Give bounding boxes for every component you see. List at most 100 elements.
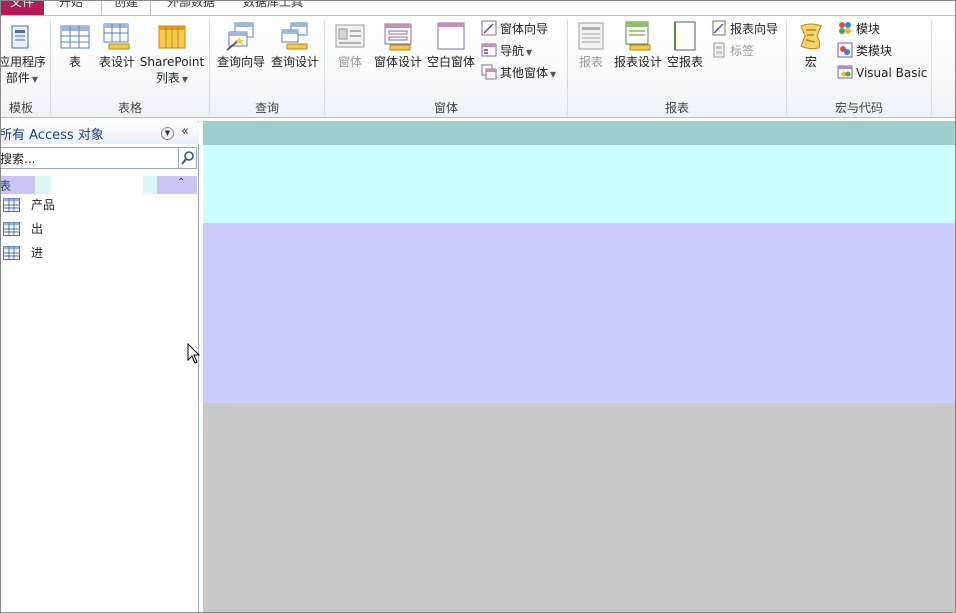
blank-report-label: 空报表 <box>666 55 703 69</box>
workspace-band <box>203 145 955 223</box>
ribbon-create: 应用程序 部件 ▼ 模板 表 表设计 SharePoint 列表 ▼ 表格 查询… <box>0 15 955 118</box>
tab-create[interactable]: 创建 <box>101 1 151 15</box>
form-button[interactable]: 窗体 <box>331 20 369 70</box>
report-design-icon <box>625 21 651 51</box>
form-wizard-button[interactable]: 窗体向导 <box>481 19 548 39</box>
search-button[interactable] <box>179 147 197 169</box>
navigation-label: 导航 <box>500 44 525 58</box>
dropdown-arrow-icon: ▼ <box>31 75 39 84</box>
module-label: 模块 <box>856 22 881 36</box>
navigation-button[interactable]: 导航 ▼ <box>481 41 532 61</box>
macro-button[interactable]: 宏 <box>793 20 829 70</box>
mouse-cursor-icon <box>187 343 201 364</box>
blank-form-button[interactable]: 空白窗体 <box>425 20 477 70</box>
app-parts-label-1: 应用程序 <box>0 55 46 69</box>
labels-button[interactable]: 标签 <box>711 41 754 61</box>
table-icon <box>60 25 90 49</box>
nav-search-box[interactable] <box>1 147 179 169</box>
sharepoint-list-icon <box>158 25 186 49</box>
navigation-icon <box>481 43 497 57</box>
report-button[interactable]: 报表 <box>573 20 609 70</box>
dropdown-arrow-icon: ▼ <box>181 75 189 84</box>
report-wizard-icon <box>712 20 726 36</box>
category-highlight <box>51 176 143 194</box>
query-design-button[interactable]: 查询设计 <box>269 20 321 70</box>
category-label: 表 <box>0 179 12 193</box>
group-label-queries: 查询 <box>254 101 279 115</box>
report-label: 报表 <box>578 55 603 69</box>
macro-icon <box>800 23 822 50</box>
table-design-button[interactable]: 表设计 <box>97 20 137 70</box>
module-icon <box>839 22 851 34</box>
query-design-icon <box>281 22 308 50</box>
table-icon <box>3 222 20 236</box>
app-parts-icon <box>11 25 29 49</box>
blank-form-label: 空白窗体 <box>426 55 475 69</box>
report-wizard-button[interactable]: 报表向导 <box>711 19 778 39</box>
blank-report-button[interactable]: 空报表 <box>665 20 705 70</box>
report-icon <box>578 22 604 50</box>
ribbon-tabs: 文件 开始 创建 外部数据 数据库工具 <box>1 1 955 15</box>
module-button[interactable]: 模块 <box>837 19 880 39</box>
report-design-label: 报表设计 <box>613 55 662 69</box>
tab-database-tools[interactable]: 数据库工具 <box>237 1 309 15</box>
workspace[interactable] <box>203 121 955 612</box>
tab-home[interactable]: 开始 <box>53 1 89 15</box>
form-design-button[interactable]: 窗体设计 <box>373 20 423 70</box>
tab-file[interactable]: 文件 <box>1 1 44 15</box>
query-wizard-button[interactable]: 查询向导 <box>215 20 267 70</box>
collapse-pane-icon[interactable]: « <box>181 124 189 139</box>
category-highlight <box>35 176 51 194</box>
report-wizard-label: 报表向导 <box>730 22 779 36</box>
workspace-band <box>203 121 955 145</box>
form-design-label: 窗体设计 <box>373 55 422 69</box>
visual-basic-button[interactable]: Visual Basic <box>837 63 927 83</box>
nav-header[interactable]: 所有 Access 对象 ▼ « <box>1 122 199 144</box>
form-wizard-label: 窗体向导 <box>500 22 549 36</box>
sharepoint-label-2: 列表 <box>155 71 180 85</box>
table-icon <box>3 246 20 260</box>
category-header-tables[interactable]: 表 ⌃ <box>1 176 197 194</box>
nav-item-table[interactable]: 出 <box>1 218 197 240</box>
nav-search-input[interactable] <box>1 148 176 168</box>
more-forms-icon <box>481 64 497 80</box>
report-design-button[interactable]: 报表设计 <box>613 20 663 70</box>
nav-item-label: 产品 <box>31 198 56 212</box>
group-label-forms: 窗体 <box>433 101 458 115</box>
category-highlight <box>143 176 157 194</box>
query-wizard-icon <box>226 22 254 51</box>
chevron-up-double-icon[interactable]: ⌃ <box>177 177 185 188</box>
table-icon <box>3 198 20 212</box>
tab-external-data[interactable]: 外部数据 <box>161 1 221 15</box>
labels-icon <box>713 42 725 58</box>
class-module-icon <box>837 42 853 58</box>
search-icon <box>181 151 194 165</box>
more-forms-button[interactable]: 其他窗体 ▼ <box>481 63 556 83</box>
table-button[interactable]: 表 <box>57 20 93 70</box>
blank-form-icon <box>437 22 465 50</box>
nav-item-table[interactable]: 产品 <box>1 194 197 216</box>
form-design-icon <box>384 23 412 51</box>
group-label-reports: 报表 <box>664 101 689 115</box>
class-module-button[interactable]: 类模块 <box>837 41 892 61</box>
group-label-tables: 表格 <box>117 101 142 115</box>
dropdown-arrow-icon: ▼ <box>550 70 557 79</box>
chevron-down-icon[interactable]: ▼ <box>161 127 174 140</box>
visual-basic-icon <box>837 65 853 79</box>
class-module-label: 类模块 <box>856 44 893 58</box>
nav-item-table[interactable]: 进 <box>1 242 197 264</box>
group-separator <box>931 20 932 116</box>
blank-report-icon <box>674 21 696 51</box>
group-label-macros: 宏与代码 <box>834 101 883 115</box>
sharepoint-list-button[interactable]: SharePoint 列表 ▼ <box>139 20 205 88</box>
dropdown-arrow-icon: ▼ <box>526 48 533 57</box>
navigation-pane: 所有 Access 对象 ▼ « 表 ⌃ <box>1 121 199 612</box>
table-design-icon <box>103 23 130 50</box>
group-label-templates: 模板 <box>8 101 33 115</box>
app-parts-button[interactable]: 应用程序 部件 ▼ <box>0 20 47 88</box>
table-label: 表 <box>68 55 81 69</box>
more-forms-label: 其他窗体 <box>500 66 549 80</box>
nav-item-label: 进 <box>31 246 44 260</box>
sharepoint-label-1: SharePoint <box>139 55 205 69</box>
nav-item-label: 出 <box>31 222 44 236</box>
